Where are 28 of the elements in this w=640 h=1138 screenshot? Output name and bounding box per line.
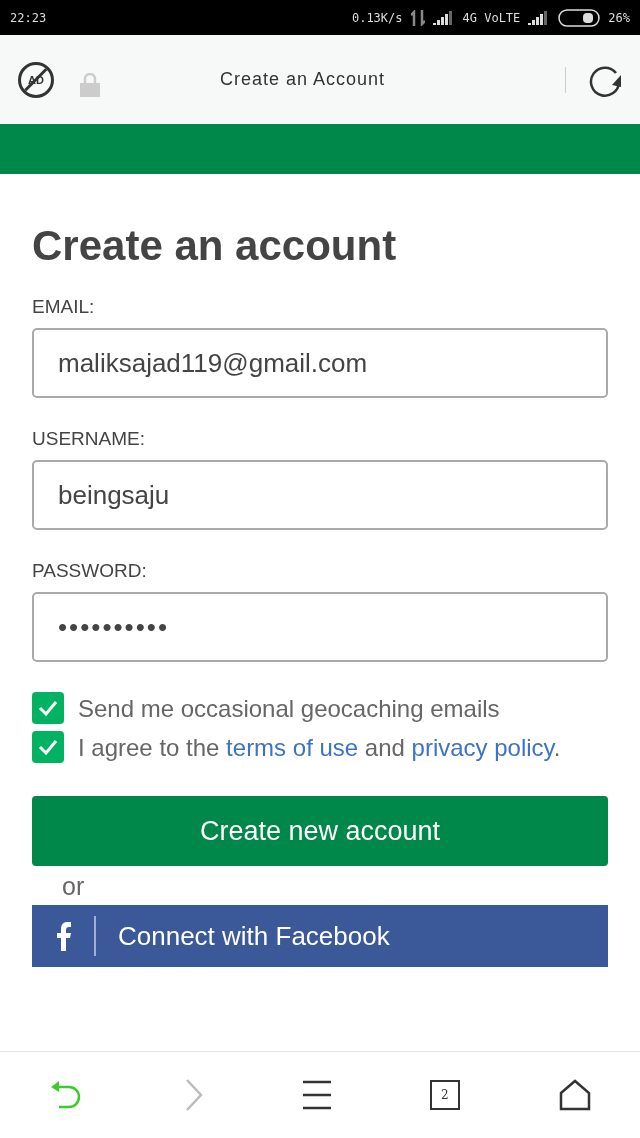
field-label: EMAIL: [32,296,96,318]
facebook-icon [56,921,72,951]
form-heading: Create an account [32,222,398,270]
network-speed: 0.13K/s [351,10,403,25]
facebook-button[interactable]: Connect with Facebook [32,905,608,967]
network-type: 4G VoLTE [462,10,521,25]
or-text: or [62,872,85,901]
battery-percent: 26% [608,10,630,25]
password-field[interactable]: •••••••••• [32,592,608,662]
checkbox-label: Send me occasional geocaching emails [78,694,500,724]
text-link[interactable]: privacy policy [411,734,554,761]
checkbox-label: I agree to the terms of use and privacy policy. [78,733,561,763]
battery-icon [558,8,601,27]
create-account-button[interactable]: Create new account [32,796,608,866]
signal-icon [432,10,455,25]
check-icon [38,739,58,755]
page-title: Create an Account [218,69,387,90]
data-arrows-icon [410,9,425,26]
text-link[interactable]: terms of use [226,734,359,761]
field-label: USERNAME: [32,428,146,450]
checkbox[interactable] [32,731,64,763]
check-icon [38,700,58,716]
checkbox[interactable] [32,692,64,724]
input-field[interactable]: maliksajad119@gmail.com [32,328,608,398]
field-label: PASSWORD: [32,560,148,582]
lock-icon [80,72,100,97]
status-time: 22:23 [10,10,47,25]
input-field[interactable]: beingsaju [32,460,608,530]
